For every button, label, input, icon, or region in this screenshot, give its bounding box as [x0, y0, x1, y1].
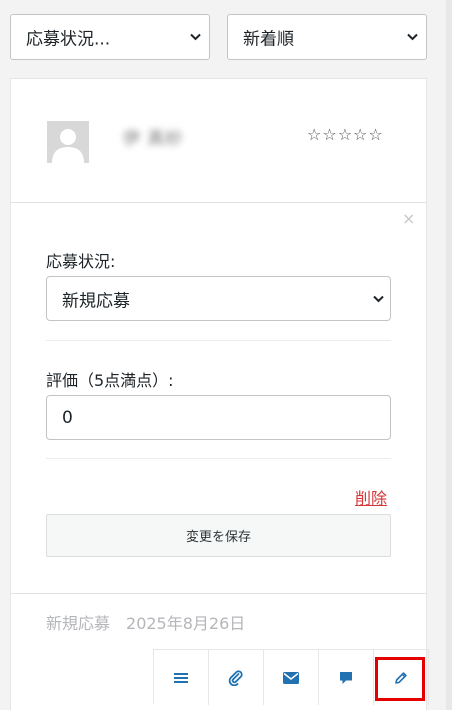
paperclip-icon: [228, 669, 243, 686]
comment-icon: [340, 671, 352, 684]
status-filter-value: 応募状況...: [26, 29, 111, 50]
status-select-value: 新規応募: [62, 291, 130, 311]
divider: [46, 340, 391, 341]
notes-button[interactable]: [319, 650, 374, 705]
pencil-icon: [395, 671, 407, 684]
scrollbar-track[interactable]: [446, 0, 452, 710]
chevron-down-icon: [373, 295, 384, 302]
status-filter-select[interactable]: 応募状況...: [10, 14, 210, 60]
save-changes-button[interactable]: 変更を保存: [46, 514, 391, 557]
menu-icon: [174, 672, 188, 683]
delete-link[interactable]: 削除: [355, 485, 387, 509]
divider: [11, 202, 426, 203]
status-field-label: 応募状況:: [46, 252, 116, 271]
divider: [11, 593, 426, 594]
close-icon[interactable]: ×: [402, 211, 415, 227]
applicant-card: 伊 真紗 ☆☆☆☆☆ × 応募状況: 新規応募 評価（5点満点）: 0 削除 変…: [10, 78, 429, 710]
application-meta: 新規応募 2025年8月26日: [46, 610, 245, 634]
avatar: [47, 121, 89, 163]
action-toolbar: [153, 649, 429, 705]
rating-field-label: 評価（5点満点）:: [46, 371, 174, 390]
mail-icon: [283, 671, 299, 684]
chevron-down-icon: [407, 33, 418, 41]
rating-input[interactable]: 0: [46, 395, 391, 440]
application-date: 2025年8月26日: [126, 614, 246, 633]
rating-stars: ☆☆☆☆☆: [307, 125, 384, 144]
divider: [46, 458, 391, 459]
rating-input-value: 0: [62, 407, 73, 428]
email-button[interactable]: [264, 650, 319, 705]
save-button-label: 変更を保存: [185, 530, 251, 545]
status-select[interactable]: 新規応募: [46, 276, 391, 321]
application-status-text: 新規応募: [46, 614, 111, 633]
edit-button[interactable]: [374, 650, 429, 705]
user-silhouette-icon: [47, 121, 89, 163]
chevron-down-icon: [190, 33, 201, 41]
sort-order-select[interactable]: 新着順: [227, 14, 427, 60]
sort-order-value: 新着順: [243, 29, 294, 50]
attachments-button[interactable]: [209, 650, 264, 705]
details-button[interactable]: [154, 650, 209, 705]
applicant-name[interactable]: 伊 真紗: [123, 124, 183, 149]
